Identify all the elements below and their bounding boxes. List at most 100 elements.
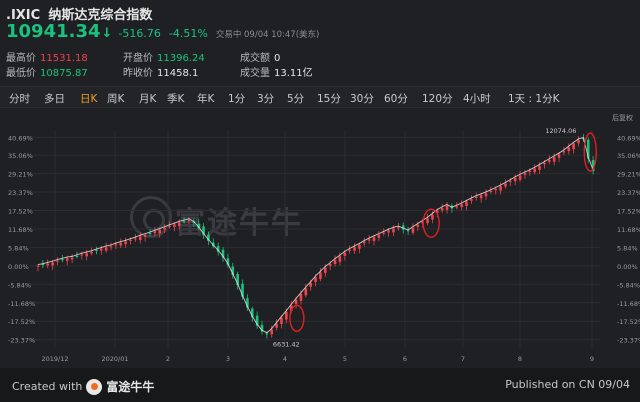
y-tick-right: 0.00% bbox=[617, 263, 638, 271]
candle-body bbox=[148, 233, 152, 235]
candle-body bbox=[377, 234, 381, 238]
candle-body bbox=[338, 256, 342, 262]
y-tick-right: -11.68% bbox=[617, 300, 640, 308]
candle-body bbox=[70, 257, 74, 260]
y-tick-left: 40.69% bbox=[8, 134, 33, 142]
y-tick-right: 11.68% bbox=[617, 226, 640, 234]
tab-9[interactable]: 5分 bbox=[287, 91, 304, 106]
candle-body bbox=[173, 224, 176, 227]
candle-body bbox=[504, 183, 507, 187]
x-tick: 6 bbox=[403, 355, 407, 363]
candle-body bbox=[95, 250, 98, 252]
y-tick-right: 40.69% bbox=[617, 134, 640, 142]
candle-body bbox=[367, 239, 371, 241]
candle-body bbox=[362, 241, 366, 244]
candle-body bbox=[465, 201, 468, 207]
candle-body bbox=[460, 204, 463, 207]
candle-body bbox=[348, 249, 351, 251]
candle-body bbox=[265, 333, 269, 335]
stat-high-label: 最高价 bbox=[6, 53, 36, 64]
tab-10[interactable]: 15分 bbox=[317, 91, 341, 106]
candle-body bbox=[104, 247, 108, 251]
tab-1[interactable]: 多日 bbox=[44, 91, 65, 106]
candle-body bbox=[90, 251, 93, 254]
tab-5[interactable]: 季K bbox=[167, 91, 184, 106]
price-row: 10941.34 ↓ -516.76 -4.51% 交易中 09/04 10:4… bbox=[6, 21, 319, 42]
candle-body bbox=[445, 205, 449, 210]
candle-body bbox=[484, 193, 488, 197]
y-tick-left: 35.06% bbox=[8, 152, 33, 160]
x-tick: 7 bbox=[461, 355, 465, 363]
candle-body bbox=[294, 299, 298, 305]
stat-prev-value: 11458.1 bbox=[157, 68, 199, 79]
candle-body bbox=[557, 154, 561, 158]
y-tick-left: 0.00% bbox=[8, 263, 29, 271]
candle-body bbox=[567, 147, 571, 152]
candle-body bbox=[304, 288, 308, 296]
tab-12[interactable]: 60分 bbox=[384, 91, 408, 106]
candle-body bbox=[372, 237, 376, 241]
stat-prev-label: 昨收价 bbox=[123, 68, 153, 79]
y-tick-right: 29.21% bbox=[617, 171, 640, 179]
tab-2[interactable]: 日K bbox=[80, 91, 97, 106]
stat-volume-value: 13.11亿 bbox=[274, 68, 313, 79]
tab-11[interactable]: 30分 bbox=[350, 91, 374, 106]
candle-body bbox=[158, 229, 162, 234]
tab-3[interactable]: 周K bbox=[107, 91, 124, 106]
stat-low-label: 最低价 bbox=[6, 68, 36, 79]
candle-body bbox=[124, 241, 127, 245]
tab-6[interactable]: 年K bbox=[197, 91, 214, 106]
candle-body bbox=[163, 227, 166, 230]
x-tick: 3 bbox=[226, 355, 230, 363]
y-tick-left: 29.21% bbox=[8, 171, 33, 179]
published-on: Published on CN 09/04 bbox=[505, 378, 630, 391]
candle-body bbox=[474, 196, 478, 198]
trading-time: 交易中 09/04 10:47(美东) bbox=[215, 30, 320, 40]
candle-body bbox=[129, 239, 132, 241]
candle-body bbox=[119, 242, 123, 246]
tab-14[interactable]: 4小时 bbox=[463, 91, 491, 106]
tab-7[interactable]: 1分 bbox=[228, 91, 245, 106]
price-change-pct: -4.51% bbox=[168, 27, 208, 40]
tab-13[interactable]: 120分 bbox=[422, 91, 453, 106]
candle-body bbox=[285, 311, 288, 320]
footer: Created with 富途牛牛 Published on CN 09/04 bbox=[0, 368, 640, 402]
candle-body bbox=[470, 199, 473, 201]
y-tick-left: 5.84% bbox=[8, 244, 29, 252]
price-change: -516.76 bbox=[118, 27, 161, 40]
y-tick-right: 35.06% bbox=[617, 152, 640, 160]
candle-body bbox=[328, 263, 332, 266]
candle-body bbox=[543, 162, 546, 165]
candle-body bbox=[56, 260, 59, 262]
candle-body bbox=[533, 168, 536, 173]
x-tick: 2 bbox=[166, 355, 170, 363]
x-tick: 4 bbox=[283, 355, 287, 363]
candle-body bbox=[324, 267, 327, 273]
annotation-circle-end bbox=[583, 132, 597, 172]
x-tick: 8 bbox=[518, 355, 522, 363]
candle-body bbox=[153, 231, 157, 234]
tab-4[interactable]: 月K bbox=[139, 91, 156, 106]
tab-0[interactable]: 分时 bbox=[9, 91, 30, 106]
candle-body bbox=[513, 178, 517, 182]
x-tick: 9 bbox=[590, 355, 594, 363]
candle-body bbox=[299, 293, 303, 301]
x-tick: 2019/12 bbox=[41, 355, 68, 363]
tab-8[interactable]: 3分 bbox=[257, 91, 274, 106]
tab-15[interactable]: 1天 : 1分K bbox=[508, 91, 559, 106]
stat-amount-value: 0 bbox=[274, 53, 281, 64]
y-tick-left: -23.37% bbox=[8, 337, 35, 345]
candle-body bbox=[143, 234, 147, 238]
candle-body bbox=[61, 259, 64, 261]
y-tick-right: 23.37% bbox=[617, 189, 640, 197]
candle-body bbox=[314, 277, 317, 283]
y-tick-left: -17.52% bbox=[8, 318, 35, 326]
candle-body bbox=[100, 248, 103, 251]
candle-body bbox=[187, 220, 191, 222]
moving-average-line bbox=[37, 137, 594, 334]
candle-body bbox=[280, 317, 283, 325]
candle-body bbox=[109, 246, 113, 248]
stat-low-value: 10875.87 bbox=[40, 68, 88, 79]
candle-body bbox=[455, 206, 459, 208]
quote-header: .IXIC 纳斯达克综合指数 10941.34 ↓ -516.76 -4.51%… bbox=[0, 0, 640, 85]
